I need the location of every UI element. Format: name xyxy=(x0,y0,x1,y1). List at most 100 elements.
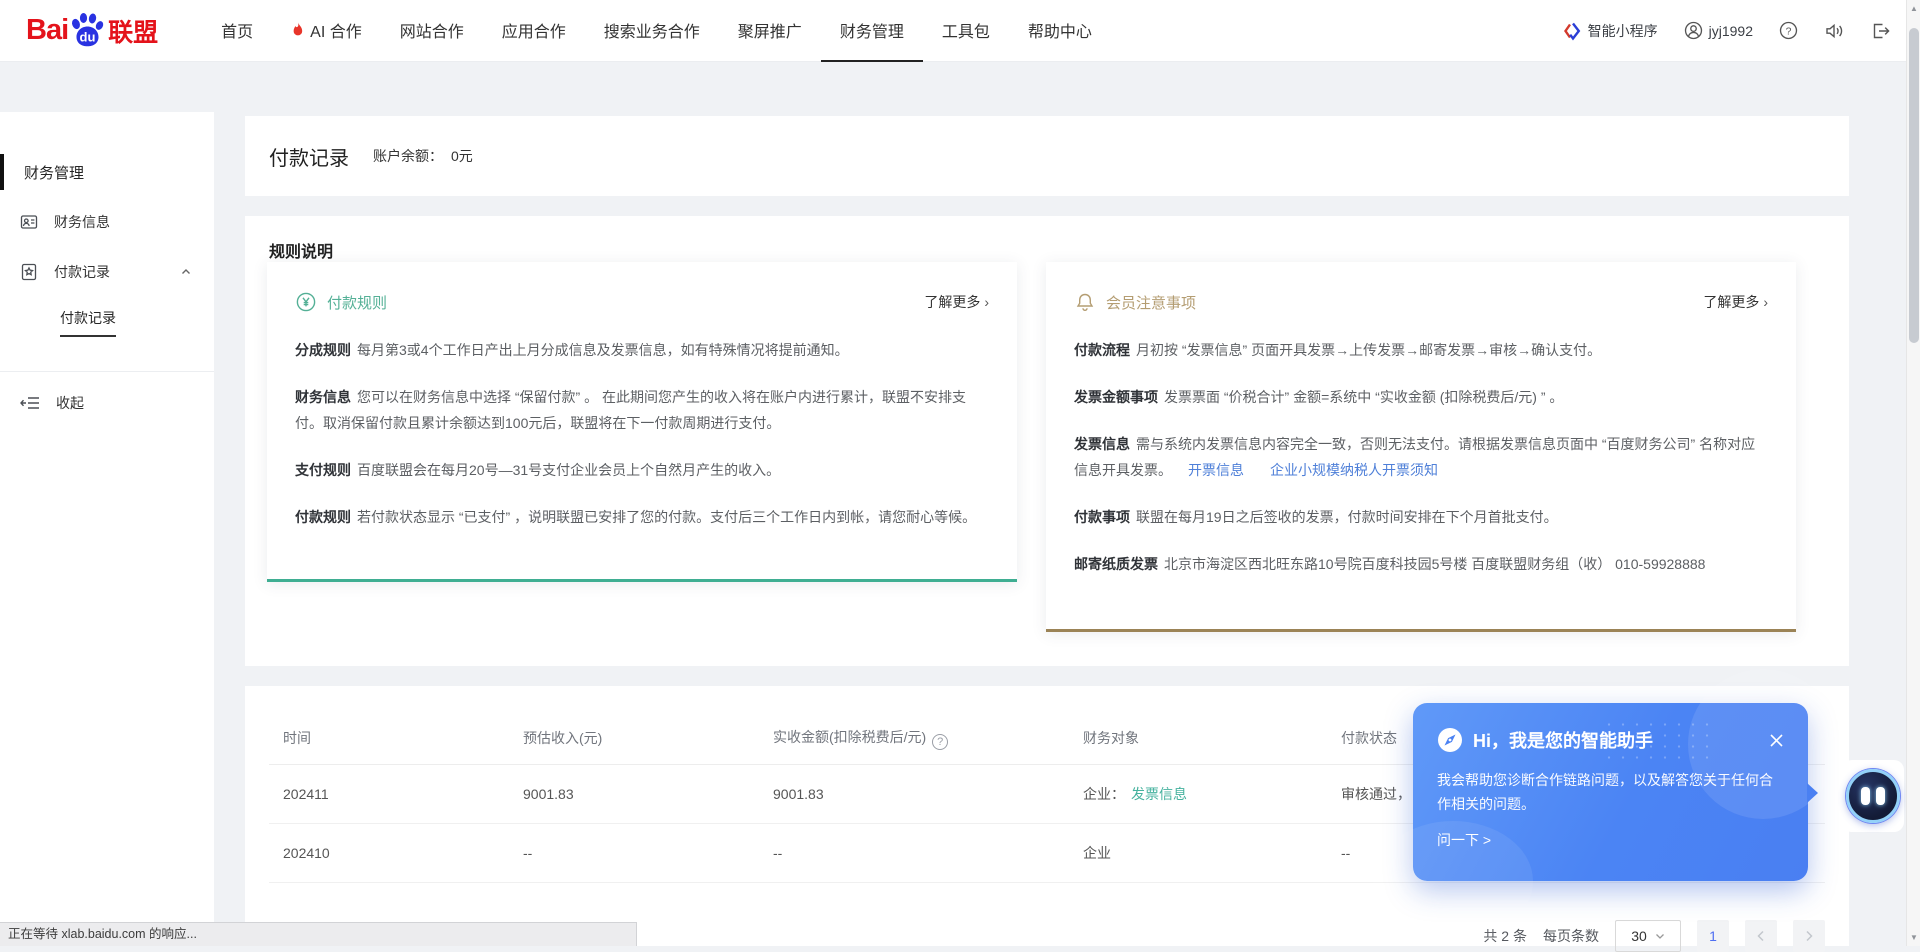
scroll-down-arrow[interactable]: ▼ xyxy=(1907,933,1920,942)
rule-paragraph: 付款规则若付款状态显示 “已支付” ，说明联盟已安排了您的付款。支付后三个工作日… xyxy=(295,504,989,530)
nav-item-toolkit[interactable]: 工具包 xyxy=(923,0,1009,62)
smart-miniapp-link[interactable]: 智能小程序 xyxy=(1562,21,1658,41)
collapse-icon xyxy=(20,396,40,410)
topnav-right-cluster: 智能小程序 jyj1992 ? xyxy=(1562,21,1890,41)
invoice-info-link[interactable]: 开票信息 xyxy=(1188,462,1244,478)
nav-item-finance[interactable]: 财务管理 xyxy=(821,0,923,62)
note-paragraph: 付款事项联盟在每月19日之后签收的发票，付款时间安排在下个月首批支付。 xyxy=(1074,504,1768,530)
nav-item-home[interactable]: 首页 xyxy=(202,0,272,62)
bell-icon xyxy=(1074,291,1096,313)
svg-text:?: ? xyxy=(1786,26,1792,37)
payment-rules-panel: 付款规则 了解更多› 分成规则每月第3或4个工作日产出上月分成信息及发票信息，如… xyxy=(267,262,1017,582)
svg-text:du: du xyxy=(80,29,96,44)
invoice-info-table-link[interactable]: 发票信息 xyxy=(1131,786,1187,802)
close-icon[interactable] xyxy=(1769,733,1784,748)
nav-item-ai[interactable]: AI 合作 xyxy=(272,0,381,62)
note-paragraph: 发票金额事项发票票面 “价税合计” 金额=系统中 “实收金额 (扣除税费后/元)… xyxy=(1074,384,1768,410)
rules-title: 规则说明 xyxy=(269,238,1825,262)
user-icon xyxy=(1684,21,1703,40)
page-number-1[interactable]: 1 xyxy=(1697,920,1729,952)
coin-yen-icon xyxy=(295,291,317,313)
member-notes-panel: 会员注意事项 了解更多› 付款流程月初按 “发票信息” 页面开具发票→上传发票→… xyxy=(1046,262,1796,632)
scrollbar-thumb[interactable] xyxy=(1909,28,1919,343)
member-notes-title: 会员注意事项 xyxy=(1106,292,1196,313)
top-navigation-bar: Bai du 联盟 首页 AI 合作 网站合作 应用合作 搜索业务合作 聚屏推广… xyxy=(0,0,1920,62)
actual-amount-help-icon[interactable]: ? xyxy=(932,734,948,750)
assistant-robot-button[interactable] xyxy=(1842,760,1904,832)
scroll-up-arrow[interactable]: ▲ xyxy=(1907,4,1920,13)
col-header-time: 时间 xyxy=(283,728,523,748)
page-size-select[interactable]: 30 xyxy=(1615,920,1681,952)
col-header-finance-object: 财务对象 xyxy=(1083,728,1341,748)
assistant-title: Hi，我是您的智能助手 xyxy=(1473,727,1653,753)
diamond-icon xyxy=(1562,21,1582,41)
main-menu: 首页 AI 合作 网站合作 应用合作 搜索业务合作 聚屏推广 财务管理 工具包 … xyxy=(202,0,1111,62)
rules-card: 规则说明 付款规则 了解更多› 分成规则每月第3或4个工作日产出上月分成信息及发… xyxy=(245,216,1849,666)
payment-records-header-card: 付款记录 账户余额：0元 xyxy=(245,116,1849,196)
speaker-icon xyxy=(1824,21,1844,41)
question-circle-icon: ? xyxy=(1779,21,1798,40)
prev-page-button[interactable] xyxy=(1745,920,1777,952)
cell-estimated: 9001.83 xyxy=(523,786,773,802)
id-card-icon xyxy=(20,213,38,231)
note-paragraph: 发票信息需与系统内发票信息内容完全一致，否则无法支付。请根据发票信息页面中 “百… xyxy=(1074,431,1768,483)
user-account[interactable]: jyj1992 xyxy=(1684,21,1753,40)
sidebar-section-finance[interactable]: 财务管理 xyxy=(0,147,214,197)
payment-rules-title: 付款规则 xyxy=(327,292,387,313)
nav-item-help[interactable]: 帮助中心 xyxy=(1009,0,1111,62)
chevron-right-icon xyxy=(1804,930,1814,942)
badge-star-icon xyxy=(20,263,38,281)
cell-time: 202411 xyxy=(283,786,523,802)
sidebar-item-payment-records[interactable]: 付款记录 xyxy=(0,247,214,297)
announcement-button[interactable] xyxy=(1824,21,1844,41)
nav-item-website[interactable]: 网站合作 xyxy=(381,0,483,62)
compass-icon xyxy=(1437,727,1463,753)
cell-estimated: -- xyxy=(523,845,773,861)
logout-icon xyxy=(1870,21,1890,41)
col-header-estimated: 预估收入(元) xyxy=(523,728,773,748)
chevron-left-icon xyxy=(1756,930,1766,942)
rule-paragraph: 分成规则每月第3或4个工作日产出上月分成信息及发票信息，如有特殊情况将提前通知。 xyxy=(295,337,989,363)
member-notes-more-link[interactable]: 了解更多› xyxy=(1703,292,1768,312)
sidebar: 财务管理 财务信息 付款记录 付款记录 xyxy=(0,112,214,946)
browser-status-bar: 正在等待 xlab.baidu.com 的响应... xyxy=(0,922,637,946)
baidu-union-logo[interactable]: Bai du 联盟 xyxy=(26,11,158,51)
chevron-down-icon xyxy=(1655,931,1665,941)
vertical-scrollbar[interactable]: ▲ ▼ xyxy=(1906,0,1920,946)
flame-icon xyxy=(291,22,305,38)
nav-item-search-business[interactable]: 搜索业务合作 xyxy=(585,0,719,62)
small-taxpayer-guide-link[interactable]: 企业小规模纳税人开票须知 xyxy=(1270,462,1438,478)
baidu-paw-icon: du xyxy=(68,11,106,51)
cell-time: 202410 xyxy=(283,845,523,861)
assistant-popup: Hi，我是您的智能助手 我会帮助您诊断合作链路问题，以及解答您关于任何合作相关的… xyxy=(1413,703,1808,881)
logo-text-bai: Bai xyxy=(26,14,68,47)
cell-actual: -- xyxy=(773,845,1083,861)
per-page-label: 每页条数 xyxy=(1543,926,1599,946)
col-header-actual: 实收金额(扣除税费后/元)? xyxy=(773,727,1083,750)
assistant-message: 我会帮助您诊断合作链路问题，以及解答您关于任何合作相关的问题。 xyxy=(1437,768,1777,816)
pagination: 共 2 条 每页条数 30 1 xyxy=(1483,920,1825,952)
note-paragraph: 付款流程月初按 “发票信息” 页面开具发票→上传发票→邮寄发票→审核→确认支付。 xyxy=(1074,337,1768,363)
ask-now-link[interactable]: 问一下 > xyxy=(1437,830,1784,850)
sidebar-divider xyxy=(0,371,214,372)
rule-paragraph: 财务信息您可以在财务信息中选择 “保留付款” 。 在此期间您产生的收入将在账户内… xyxy=(295,384,989,436)
robot-face-icon xyxy=(1846,769,1900,823)
note-paragraph: 邮寄纸质发票北京市海淀区西北旺东路10号院百度科技园5号楼 百度联盟财务组（收）… xyxy=(1074,551,1768,577)
chevron-up-icon[interactable] xyxy=(180,266,192,278)
cell-actual: 9001.83 xyxy=(773,786,1083,802)
payment-rules-more-link[interactable]: 了解更多› xyxy=(924,292,989,312)
account-balance: 账户余额：0元 xyxy=(373,146,473,166)
logout-button[interactable] xyxy=(1870,21,1890,41)
rule-paragraph: 支付规则百度联盟会在每月20号—31号支付企业会员上个自然月产生的收入。 xyxy=(295,457,989,483)
cell-finance-object: 企业 xyxy=(1083,843,1341,863)
cell-finance-object: 企业：发票信息 xyxy=(1083,784,1341,804)
active-section-indicator xyxy=(0,154,4,190)
next-page-button[interactable] xyxy=(1793,920,1825,952)
sidebar-subitem-payment-records[interactable]: 付款记录 xyxy=(0,297,214,347)
logo-text-union: 联盟 xyxy=(108,13,158,49)
nav-item-app[interactable]: 应用合作 xyxy=(483,0,585,62)
sidebar-item-finance-info[interactable]: 财务信息 xyxy=(0,197,214,247)
sidebar-collapse-button[interactable]: 收起 xyxy=(0,378,214,428)
help-button[interactable]: ? xyxy=(1779,21,1798,40)
nav-item-screen-promo[interactable]: 聚屏推广 xyxy=(719,0,821,62)
